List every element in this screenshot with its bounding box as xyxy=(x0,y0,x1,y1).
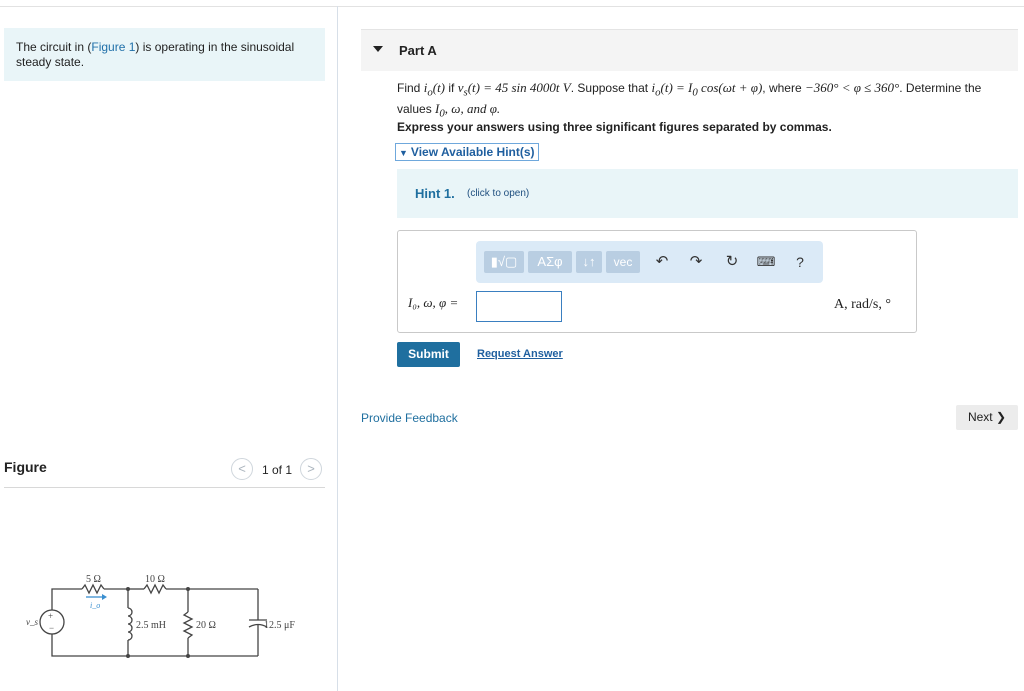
panel-divider xyxy=(337,6,338,691)
templates-button[interactable]: ▮√▢ xyxy=(484,251,524,273)
intro-text-before: The circuit in ( xyxy=(16,40,92,54)
inductor-label: 2.5 mH xyxy=(136,620,166,631)
greek-button[interactable]: ΑΣφ xyxy=(528,251,572,273)
part-a-title: Part A xyxy=(399,43,437,58)
r3-label: 20 Ω xyxy=(196,620,216,631)
junction-dot xyxy=(126,587,130,591)
submit-button[interactable]: Submit xyxy=(397,342,460,367)
junction-dot xyxy=(186,587,190,591)
q-range: −360° < φ ≤ 360° xyxy=(804,80,900,95)
r2-label: 10 Ω xyxy=(145,574,165,585)
resistor-20-ohm xyxy=(182,611,194,639)
current-arrowhead xyxy=(102,594,107,600)
source-plus: + xyxy=(48,611,53,621)
q-vs: vs(t) = 45 sin 4000t V xyxy=(457,80,571,99)
redo-icon[interactable]: ↷ xyxy=(686,252,706,272)
figure-header: Figure < 1 of 1 > xyxy=(4,456,325,488)
source-minus: − xyxy=(49,623,54,633)
q-suppose: . Suppose that xyxy=(570,81,652,95)
undo-icon[interactable]: ↶ xyxy=(652,252,672,272)
view-hints-toggle[interactable]: ▼ View Available Hint(s) xyxy=(395,143,539,161)
question-text: Find io(t) if vs(t) = 45 sin 4000t V. Su… xyxy=(397,80,1017,121)
figure-pager: 1 of 1 xyxy=(262,463,293,477)
request-answer-link[interactable]: Request Answer xyxy=(477,348,563,360)
answer-units: A, rad/s, ° xyxy=(834,297,891,312)
subscript-button[interactable]: ↓↑ xyxy=(576,251,602,273)
collapse-triangle-icon[interactable] xyxy=(373,46,383,52)
figure-prev-button[interactable]: < xyxy=(231,458,253,480)
caret-down-icon: ▼ xyxy=(399,148,408,158)
r1-label: 5 Ω xyxy=(86,574,101,585)
figure-link[interactable]: Figure 1 xyxy=(91,40,135,54)
source-label: v_s xyxy=(26,617,38,627)
top-rule xyxy=(0,6,1024,7)
q-io: io(t) xyxy=(423,80,446,99)
next-button[interactable]: Next ❯ xyxy=(956,405,1018,430)
reset-icon[interactable]: ↻ xyxy=(722,252,742,272)
capacitor-label: 12.5 μF xyxy=(264,620,295,631)
answer-label: I₀, ω, φ = xyxy=(408,295,459,310)
current-label: i_o xyxy=(90,601,100,610)
junction-dot xyxy=(126,654,130,658)
q-find: Find xyxy=(397,81,424,95)
hint-1[interactable]: Hint 1. (click to open) xyxy=(397,169,1018,218)
figure-next-button[interactable]: > xyxy=(300,458,322,480)
junction-dot xyxy=(186,654,190,658)
next-label: Next xyxy=(967,410,993,424)
resistor-5-ohm xyxy=(81,583,105,595)
q-if: if xyxy=(445,81,458,95)
wire-top-left xyxy=(51,588,82,610)
keyboard-icon[interactable]: ⌨ xyxy=(756,252,776,272)
math-toolbar: ▮√▢ ΑΣφ ↓↑ vec ↶ ↷ ↻ ⌨ ? xyxy=(476,241,823,283)
q-values: I0, ω, and φ. xyxy=(435,100,501,120)
part-a-header[interactable]: Part A xyxy=(361,29,1018,71)
hint-title: Hint 1. xyxy=(415,186,455,201)
view-hints-label: View Available Hint(s) xyxy=(410,145,535,159)
figure-title: Figure xyxy=(4,459,47,475)
q-where: , where xyxy=(762,81,805,95)
vector-button[interactable]: vec xyxy=(606,251,640,273)
wire-bottom xyxy=(51,634,258,657)
instruction-text: Express your answers using three signifi… xyxy=(397,120,832,134)
circuit-figure: 5 Ω 10 Ω i_o v_s + − 2.5 mH 20 Ω 12.5 μF xyxy=(16,500,308,688)
problem-intro: The circuit in (Figure 1) is operating i… xyxy=(4,28,325,81)
circuit-diagram: 5 Ω 10 Ω i_o v_s + − 2.5 mH 20 Ω 12.5 μF xyxy=(26,574,295,658)
answer-box: ▮√▢ ΑΣφ ↓↑ vec ↶ ↷ ↻ ⌨ ? I₀, ω, φ = A, r… xyxy=(397,230,917,333)
provide-feedback-link[interactable]: Provide Feedback xyxy=(361,411,458,425)
inductor-2-5mh xyxy=(127,607,133,641)
q-io-expr: io(t) = I0 cos(ωt + φ) xyxy=(651,80,763,99)
help-icon[interactable]: ? xyxy=(790,252,810,272)
resistor-10-ohm xyxy=(143,583,167,595)
chevron-right-icon: ❯ xyxy=(995,410,1007,424)
hint-subtitle: (click to open) xyxy=(467,188,530,199)
answer-input[interactable] xyxy=(476,291,562,322)
